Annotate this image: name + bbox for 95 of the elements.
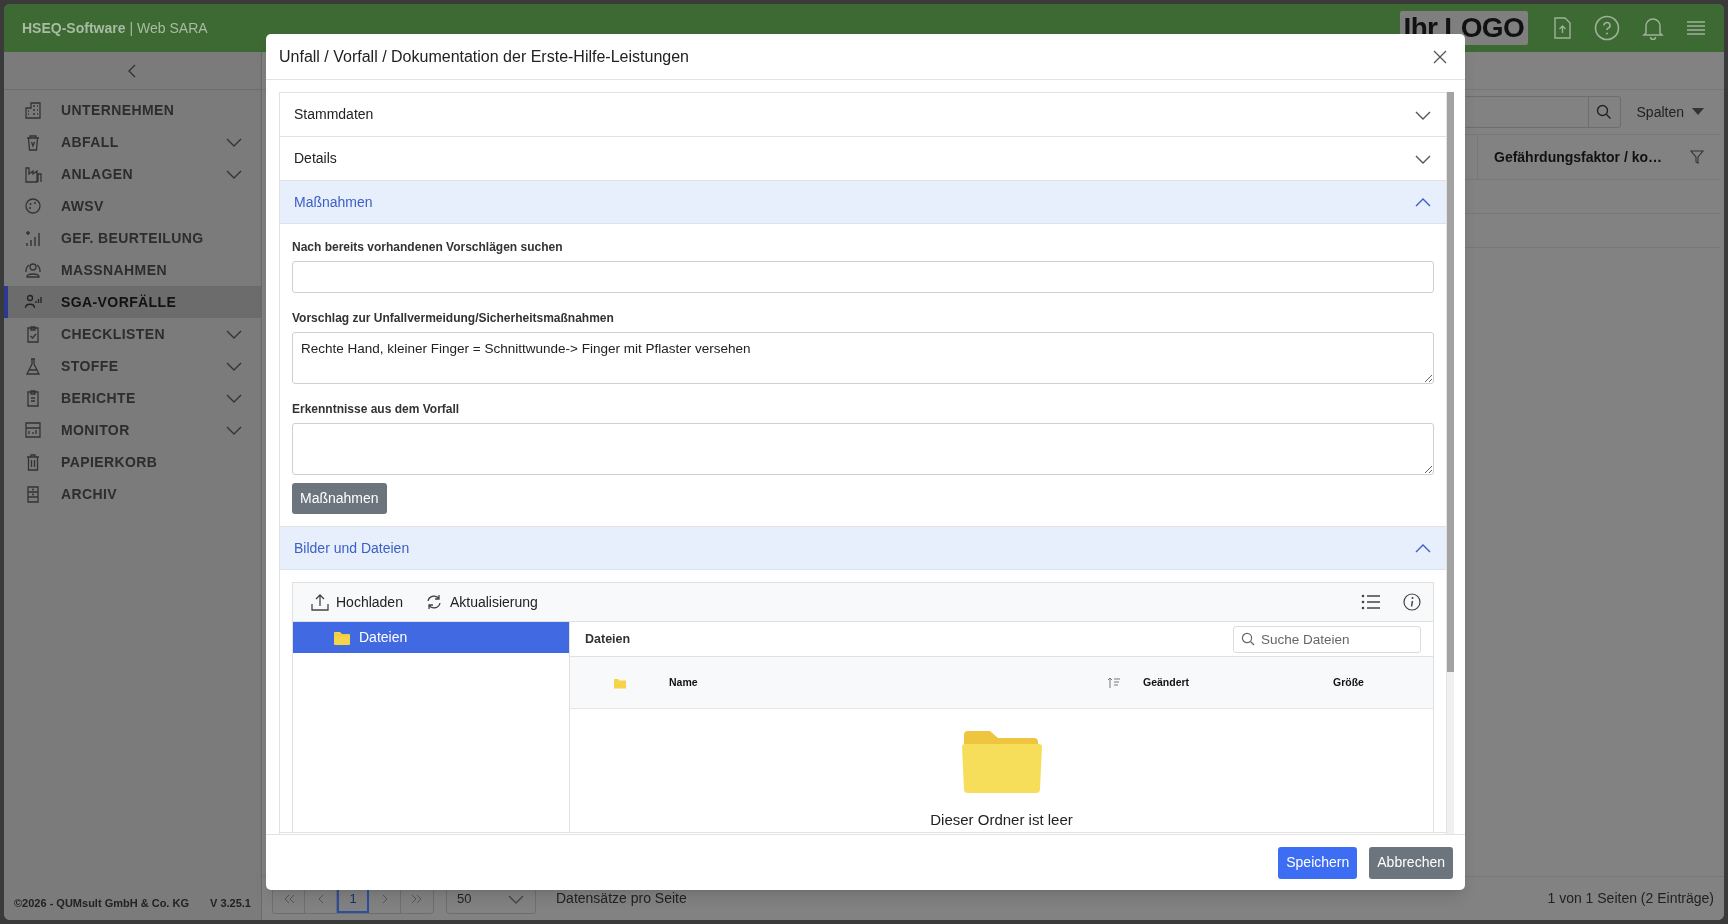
info-icon	[1403, 593, 1421, 611]
sidebar-label: GEF. BEURTEILUNG	[61, 228, 205, 248]
separator-text: |	[129, 18, 134, 38]
filter-icon	[1690, 150, 1704, 164]
person-signal-icon	[24, 293, 42, 311]
sidebar-item[interactable]: GEF. BEURTEILUNG	[4, 222, 261, 254]
columns-button[interactable]: Spalten	[1630, 101, 1710, 123]
sidebar-label: ANLAGEN	[61, 164, 135, 184]
toolbar-button[interactable]: Aktualisierung	[424, 591, 538, 613]
pagination-summary: 1 von 1 Seiten (2 Einträge)	[1547, 889, 1714, 908]
sidebar-label: BERICHTE	[61, 388, 137, 408]
page-size-value: 50	[457, 889, 472, 908]
caret-icon	[1692, 108, 1704, 116]
version-text: V 3.25.1	[210, 895, 251, 911]
bell-icon[interactable]	[1642, 16, 1664, 40]
breadcrumb-text: Dateien	[585, 630, 631, 648]
folder-icon	[333, 629, 351, 646]
face-outline-icon	[24, 197, 42, 215]
double-chevron-icon	[282, 893, 295, 904]
sidebar-label: CHECKLISTEN	[61, 324, 166, 344]
chevron-icon	[380, 893, 389, 904]
sort-icon	[1107, 676, 1121, 689]
measures-button[interactable]: Maßnahmen	[292, 483, 387, 514]
field-label: Erkenntnisse aus dem Vorfall	[292, 401, 461, 418]
refresh-icon	[424, 593, 443, 611]
file-column-header[interactable]: Geändert	[1143, 674, 1333, 691]
text-area[interactable]: Rechte Hand, kleiner Finger = Schnittwunde-> Finger mit Pflaster versehen	[292, 332, 1434, 384]
sidebar-item[interactable]: SGA-VORFÄLLE	[4, 286, 261, 318]
column-title: Gefährdungsfaktor / ko…	[1494, 147, 1663, 167]
upload-icon	[311, 593, 329, 611]
cancel-button[interactable]: Abbrechen	[1369, 846, 1453, 879]
sidebar-item[interactable]: STOFFE	[4, 350, 261, 382]
monitor-icon	[24, 421, 42, 439]
factory-icon	[24, 165, 42, 183]
sidebar-item[interactable]: ARCHIV	[4, 478, 261, 510]
file-upload-icon[interactable]	[1552, 17, 1572, 39]
info-button[interactable]	[1403, 593, 1421, 611]
clipboard-check-icon	[24, 325, 42, 343]
empty-folder-icon	[961, 729, 1042, 793]
sidebar-item[interactable]: ANLAGEN	[4, 158, 261, 190]
search-input[interactable]	[292, 261, 1434, 293]
brand-name: HSEQ-Software	[22, 18, 126, 38]
close-icon	[1433, 49, 1447, 64]
column-header[interactable]: Gefährdungsfaktor / ko…	[1478, 135, 1720, 179]
folder-name: Dateien	[359, 628, 408, 647]
help-icon[interactable]	[1594, 15, 1620, 41]
sidebar-item[interactable]: MASSNAHMEN	[4, 254, 261, 286]
accordion-header[interactable]: Maßnahmen	[280, 181, 1446, 224]
sidebar-label: AWSV	[61, 196, 105, 216]
folder-tree-item[interactable]: Dateien	[293, 622, 569, 653]
sidebar-label: STOFFE	[61, 356, 120, 376]
empty-folder-message: Dieser Ordner ist leer	[930, 810, 1073, 830]
sidebar-item[interactable]: MONITOR	[4, 414, 261, 446]
sidebar-item[interactable]: AWSV	[4, 190, 261, 222]
list-view-button[interactable]	[1361, 594, 1381, 610]
text-area[interactable]	[292, 423, 1434, 475]
flask-icon	[24, 357, 42, 375]
chevron-icon	[316, 893, 325, 904]
sidebar-label: ARCHIV	[61, 484, 119, 504]
sidebar-label: SGA-VORFÄLLE	[61, 292, 178, 312]
trash-icon	[24, 453, 42, 471]
clipboard-icon	[24, 389, 42, 407]
sidebar-item[interactable]: ABFALL	[4, 126, 261, 158]
file-column-header[interactable]: Größe	[1333, 674, 1433, 691]
search-icon	[1241, 631, 1255, 646]
page-size-label: Datensätze pro Seite	[556, 889, 687, 908]
file-search-field[interactable]: Suche Dateien	[1233, 625, 1421, 653]
cabinet-icon	[24, 485, 42, 503]
sidebar-label: PAPIERKORB	[61, 452, 159, 472]
accordion-header[interactable]: Bilder und Dateien	[280, 527, 1446, 570]
sidebar-item[interactable]: CHECKLISTEN	[4, 318, 261, 350]
sidebar-label: MASSNAHMEN	[61, 260, 168, 280]
building-icon	[24, 101, 42, 119]
trash-icon	[24, 133, 42, 151]
sidebar-label: UNTERNEHMEN	[61, 100, 176, 120]
sidebar-item[interactable]: UNTERNEHMEN	[4, 94, 261, 126]
sidebar-item[interactable]: PAPIERKORB	[4, 446, 261, 478]
menu-icon[interactable]	[1686, 20, 1706, 36]
save-button[interactable]: Speichern	[1278, 846, 1358, 879]
sidebar-item[interactable]: BERICHTE	[4, 382, 261, 414]
copyright-text: ©2026 - QUMsult GmbH & Co. KG	[14, 895, 189, 911]
list-icon	[1361, 594, 1381, 610]
sidebar-label: MONITOR	[61, 420, 131, 440]
bar-chart-icon	[24, 229, 42, 247]
toolbar-button[interactable]: Hochladen	[311, 591, 403, 613]
scrollbar-thumb[interactable]	[1447, 92, 1454, 672]
sidebar-label: ABFALL	[61, 132, 120, 152]
file-column-header[interactable]: Name	[669, 674, 1143, 691]
field-label: Nach bereits vorhandenen Vorschlägen suchen	[292, 239, 564, 256]
dialog-title: Unfall / Vorfall / Dokumentation der Erste-Hilfe-Leistungen	[279, 46, 689, 67]
field-label: Vorschlag zur Unfallvermeidung/Sicherheitsmaßnahmen	[292, 310, 615, 327]
double-chevron-icon	[411, 893, 423, 904]
search-icon	[1596, 104, 1612, 120]
person-circle-icon	[24, 261, 42, 279]
product-name: Web SARA	[137, 18, 208, 38]
